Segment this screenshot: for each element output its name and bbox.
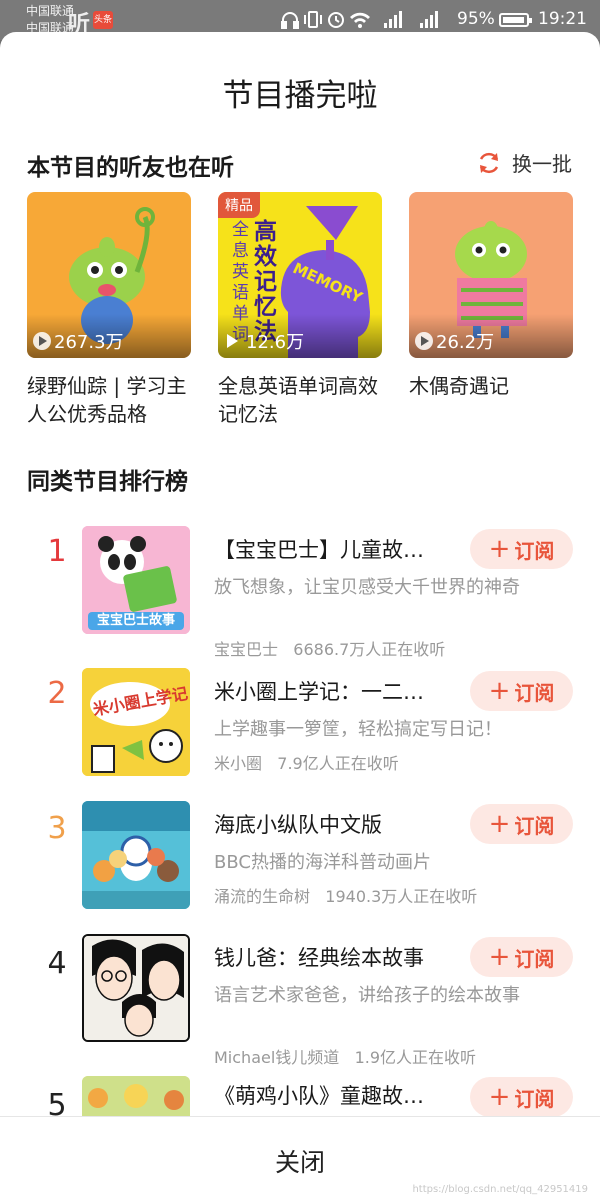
sheet-title: 节目播完啦 (222, 78, 378, 114)
premium-badge: 精品 (218, 192, 260, 218)
album-meta: Michael钱儿频道 1.9亿人正在收听 (214, 1044, 476, 1068)
play-icon (33, 332, 51, 350)
playback-finished-sheet: 节目播完啦 本节目的听友也在听 换一批 267.3万 绿野仙踪 | 学习主人公优… (0, 32, 600, 1200)
album-author: 宝宝巴士 (214, 640, 279, 659)
vibrate-icon (304, 11, 322, 28)
album-cover[interactable] (82, 801, 190, 909)
album-title[interactable]: 米小圈上学记：一二… (214, 676, 464, 706)
album-description: BBC热播的海洋科普动画片 (214, 852, 431, 873)
album-title[interactable]: 绿野仙踪 | 学习主人公优秀品格 (27, 372, 191, 428)
album-author: 米小圈 (214, 754, 263, 773)
subscribe-label: 订阅 (514, 946, 555, 971)
recommendation-card[interactable]: MEMORY 全息英语单词 高效记忆法 精品 12.6万 全息英语单词高效记忆法 (218, 192, 382, 428)
album-description: 上学趣事一箩筐，轻松搞定写日记！ (214, 719, 502, 740)
rank-number: 1 (47, 534, 67, 569)
album-title[interactable]: 木偶奇遇记 (409, 372, 573, 400)
close-button[interactable]: 关闭 (0, 1143, 600, 1179)
subscribe-label: 订阅 (514, 680, 555, 705)
album-cover[interactable]: 米小圈上学记 (82, 668, 190, 776)
play-count: 12.6万 (246, 332, 305, 353)
album-cover[interactable]: 26.2万 (409, 192, 573, 358)
album-cover[interactable]: 267.3万 (27, 192, 191, 358)
battery-icon (499, 13, 532, 27)
plus-icon: + (488, 534, 511, 564)
plus-icon: + (488, 942, 511, 972)
headphones-icon (281, 12, 299, 29)
battery-percent: 95% (457, 9, 495, 29)
cover-title: 宝宝巴士故事 (96, 613, 175, 628)
ranking-section-title: 同类节目排行榜 (27, 469, 188, 495)
album-cover[interactable] (82, 934, 190, 1042)
clock: 19:21 (538, 9, 587, 29)
refresh-batch-label: 换一批 (512, 152, 572, 176)
subscribe-button[interactable]: + 订阅 (470, 937, 573, 977)
plus-icon: + (488, 676, 511, 706)
refresh-icon (479, 152, 499, 173)
refresh-batch-button[interactable]: 换一批 (476, 148, 572, 177)
ranking-row[interactable]: 3 海底小纵队中文版 + 订阅 BBC热播的海洋科普动画片 涌流的生命树 1940… (0, 801, 600, 921)
recommendation-card[interactable]: 26.2万 木偶奇遇记 (409, 192, 573, 400)
album-author: 涌流的生命树 (214, 887, 311, 906)
toutiao-notification-icon: 头条 (93, 11, 113, 29)
watermark: https://blog.csdn.net/qq_42951419 (412, 1184, 588, 1195)
ranking-row[interactable]: 4 钱儿爸：经典绘本故事 + 订阅 语言艺术家爸爸，讲给孩子的绘本故事 Micha… (0, 934, 600, 1067)
rank-number: 3 (47, 811, 67, 846)
album-title[interactable]: 《萌鸡小队》童趣故… (214, 1080, 464, 1110)
ranking-row[interactable]: 2 米小圈上学记 米小圈上学记：一二… + 订阅 上学趣事一箩筐，轻松搞定写日记！… (0, 668, 600, 788)
listener-count: 1.9亿人正在收听 (354, 1048, 477, 1067)
octonauts-illustration (82, 801, 190, 909)
album-description: 语言艺术家爸爸，讲给孩子的绘本故事 (214, 985, 520, 1006)
album-meta: 涌流的生命树 1940.3万人正在收听 (214, 883, 477, 907)
signal-4g-icon (384, 11, 402, 28)
album-description: 放飞想象，让宝贝感受大千世界的神奇 (214, 577, 520, 598)
subscribe-label: 订阅 (514, 538, 555, 563)
album-cover[interactable]: MEMORY 全息英语单词 高效记忆法 精品 12.6万 (218, 192, 382, 358)
album-meta: 宝宝巴士 6686.7万人正在收听 (214, 636, 445, 660)
carrier-label: 中国联通 (26, 4, 75, 18)
listeners-also-section-title: 本节目的听友也在听 (27, 155, 234, 181)
subscribe-button[interactable]: + 订阅 (470, 529, 573, 569)
listener-count: 7.9亿人正在收听 (277, 754, 399, 773)
wifi-icon (350, 12, 370, 28)
album-cover[interactable]: 宝宝巴士故事 (82, 526, 190, 634)
album-title[interactable]: 【宝宝巴士】儿童故… (214, 534, 464, 564)
subscribe-button[interactable]: + 订阅 (470, 804, 573, 844)
subscribe-label: 订阅 (514, 1086, 555, 1111)
play-count: 267.3万 (54, 332, 124, 353)
signal-4g-icon-2 (420, 11, 438, 28)
play-count: 26.2万 (436, 332, 495, 353)
recommendation-card[interactable]: 267.3万 绿野仙踪 | 学习主人公优秀品格 (27, 192, 191, 428)
ranking-row[interactable]: 1 宝宝巴士故事 【宝宝巴士】儿童故… + 订阅 放飞想象，让宝贝感受大千世界的神… (0, 526, 600, 659)
subscribe-button[interactable]: + 订阅 (470, 671, 573, 711)
play-icon (415, 332, 433, 350)
album-title[interactable]: 全息英语单词高效记忆法 (218, 372, 382, 428)
family-portrait-illustration (84, 936, 188, 1040)
subscribe-label: 订阅 (514, 813, 555, 838)
play-icon (227, 334, 238, 348)
alarm-icon (328, 12, 344, 28)
plus-icon: + (488, 1082, 511, 1112)
album-title[interactable]: 海底小纵队中文版 (214, 809, 464, 839)
subscribe-button[interactable]: + 订阅 (470, 1077, 573, 1117)
listener-count: 1940.3万人正在收听 (325, 887, 478, 906)
album-author: Michael钱儿频道 (214, 1048, 340, 1067)
plus-icon: + (488, 809, 511, 839)
rank-number: 4 (47, 946, 67, 981)
album-title[interactable]: 钱儿爸：经典绘本故事 (214, 942, 464, 972)
sheet-footer: 关闭 https://blog.csdn.net/qq_42951419 (0, 1116, 600, 1200)
listener-count: 6686.7万人正在收听 (293, 640, 446, 659)
rank-number: 2 (47, 676, 67, 711)
album-meta: 米小圈 7.9亿人正在收听 (214, 750, 399, 774)
